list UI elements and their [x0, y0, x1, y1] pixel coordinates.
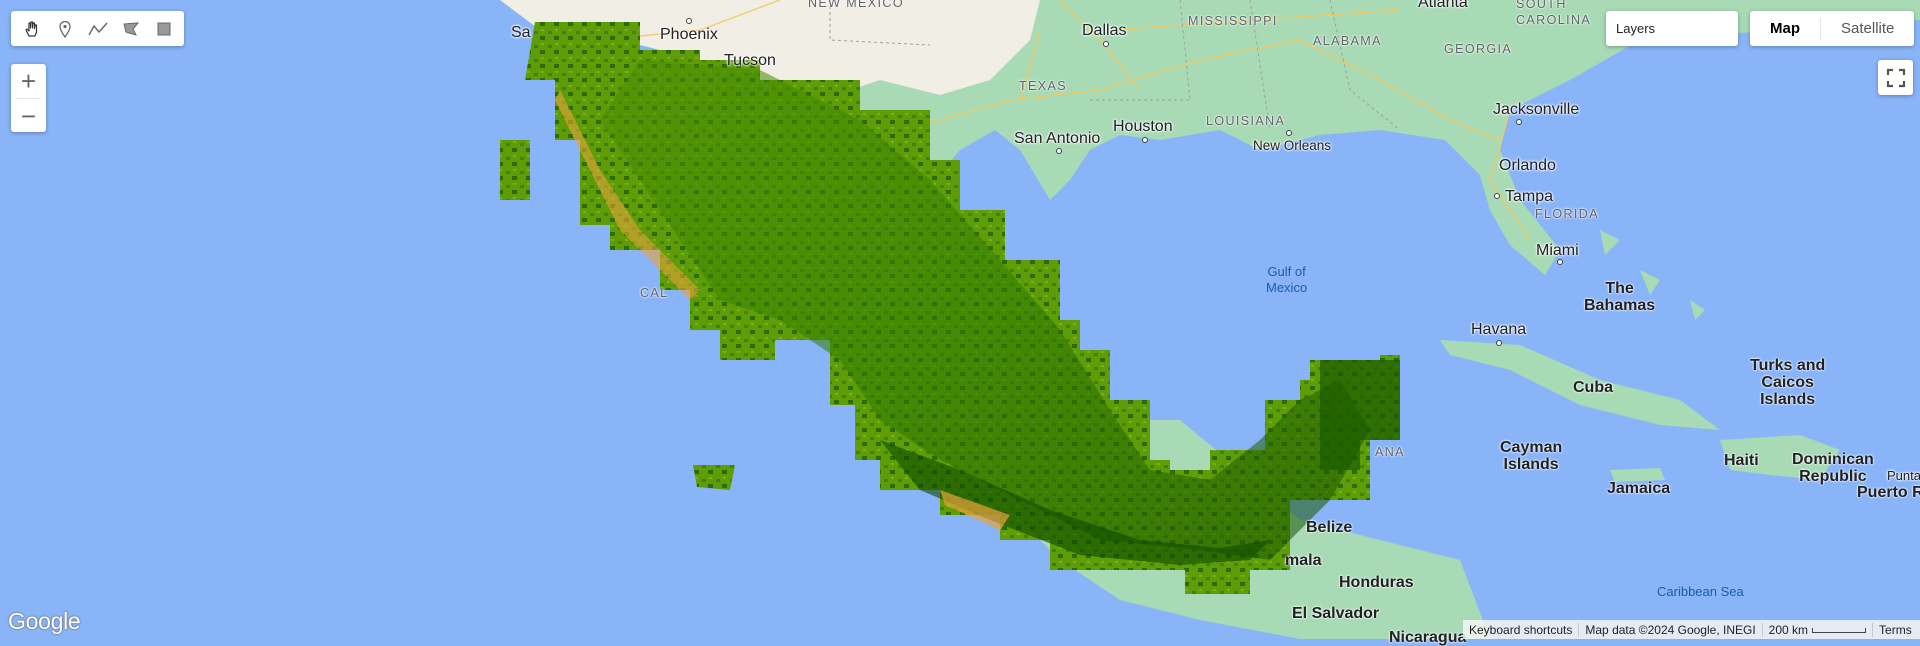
jamaica [1610, 468, 1665, 482]
map-data-text: Map data ©2024 Google, INEGI [1585, 622, 1756, 637]
base-map[interactable] [0, 0, 1920, 639]
city-dot-havana [1496, 340, 1502, 346]
hand-icon[interactable] [15, 11, 48, 46]
fullscreen-button[interactable] [1878, 60, 1913, 95]
rectangle-icon[interactable] [147, 11, 180, 46]
layers-dropdown[interactable]: Layers [1606, 11, 1738, 46]
zoom-control: + − [11, 64, 46, 132]
terms-link[interactable]: Terms [1873, 623, 1918, 637]
scale-label: 200 km [1768, 622, 1809, 637]
polyline-icon[interactable] [81, 11, 114, 46]
city-dot-phoenix [686, 18, 692, 24]
city-dot-miami [1557, 259, 1563, 265]
google-logo: Google [8, 608, 81, 634]
drawing-toolbar [11, 11, 184, 46]
marker-icon[interactable] [48, 11, 81, 46]
scale-bar [1812, 627, 1867, 633]
fullscreen-icon [1886, 68, 1905, 87]
attribution-bar: Keyboard shortcuts Map data ©2024 Google… [1463, 620, 1920, 639]
city-dot-new-orleans [1286, 130, 1292, 136]
map-button[interactable]: Map [1750, 11, 1820, 46]
city-dot-dallas [1103, 41, 1109, 47]
city-dot-tampa [1494, 193, 1500, 199]
zoom-out-button[interactable]: − [11, 99, 46, 133]
city-dot-san-antonio [1056, 148, 1062, 154]
map-type-control: Map Satellite [1750, 11, 1915, 46]
city-dot-jacksonville [1516, 119, 1522, 125]
scale-control[interactable]: 200 km [1763, 623, 1872, 637]
city-dot-houston [1142, 137, 1148, 143]
keyboard-shortcuts-link[interactable]: Keyboard shortcuts [1463, 623, 1578, 637]
satellite-button[interactable]: Satellite [1821, 11, 1914, 46]
layers-label: Layers [1616, 21, 1656, 36]
zoom-in-button[interactable]: + [11, 64, 46, 98]
polygon-icon[interactable] [114, 11, 147, 46]
